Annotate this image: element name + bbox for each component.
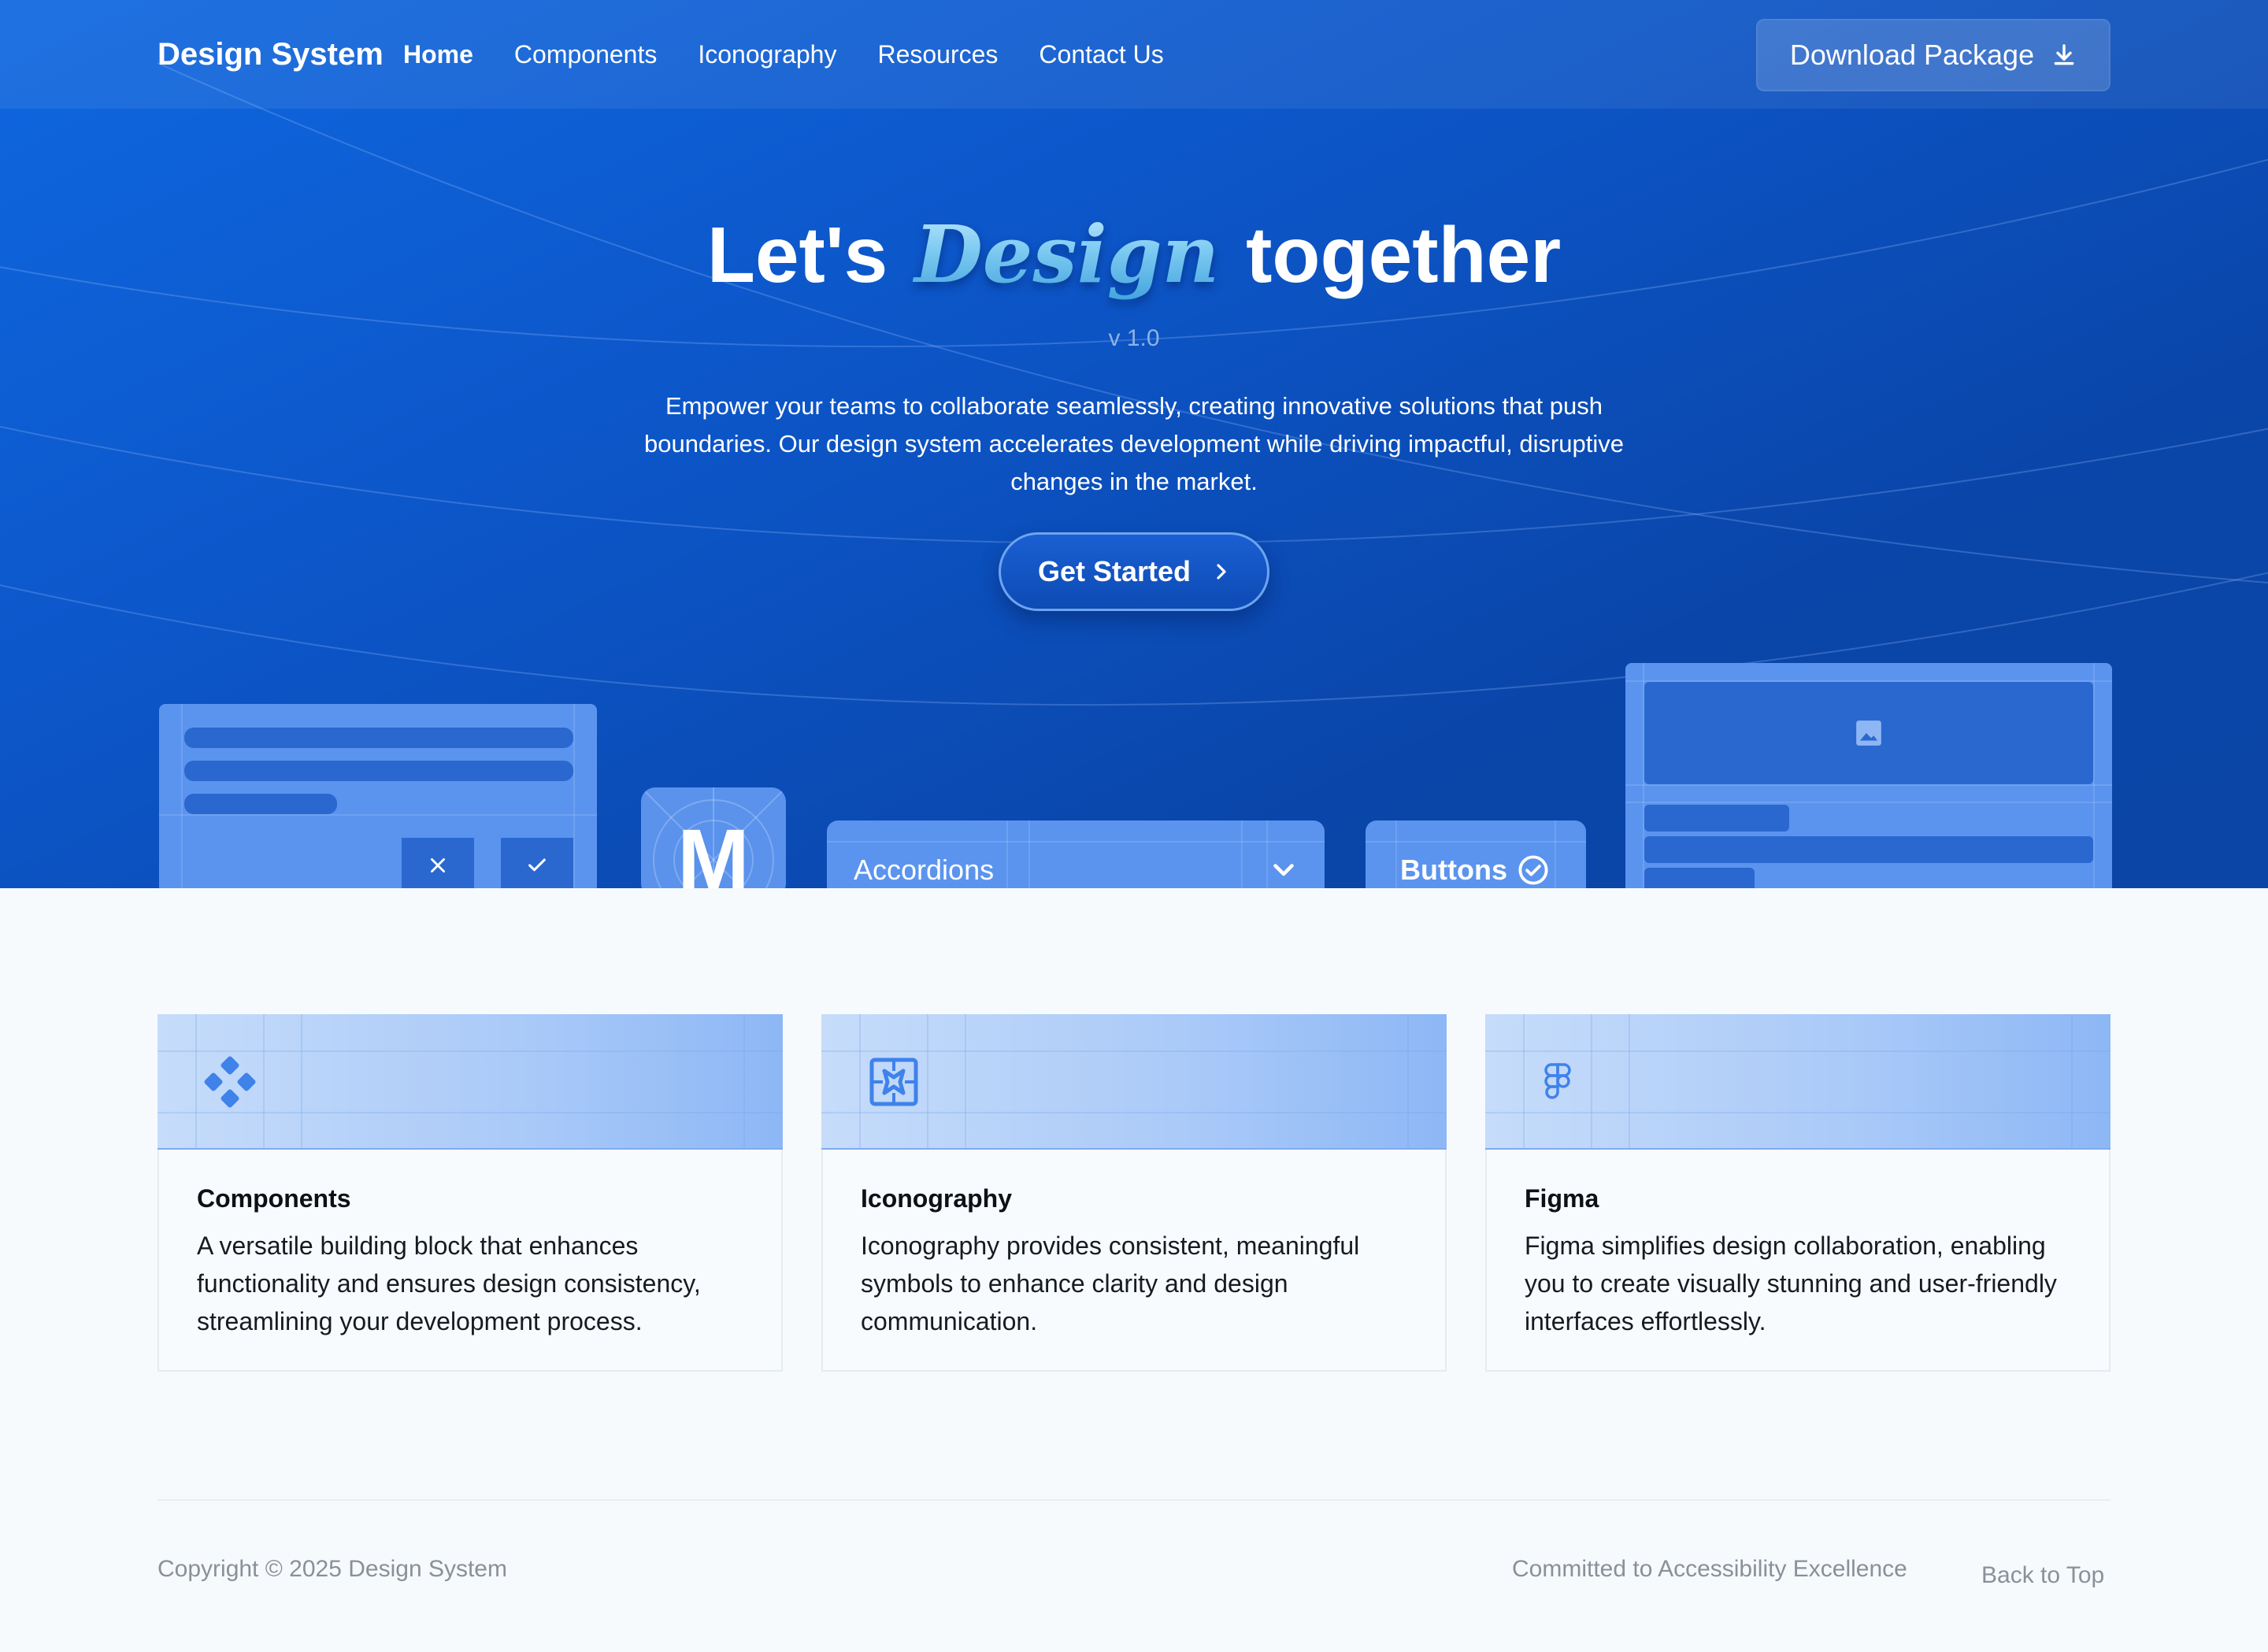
hero-section: Design System Home Components Iconograph… [0,0,2268,888]
mock-accordion: Accordions [827,820,1325,888]
copyright-text: Copyright © 2025 Design System [158,1556,507,1582]
nav-resources[interactable]: Resources [877,36,998,72]
version-label: v 1.0 [1108,325,1160,351]
top-navbar: Design System Home Components Iconograph… [0,0,2268,109]
image-icon [1856,720,1881,746]
nav-home[interactable]: Home [403,36,473,72]
card-description: Figma simplifies design collaboration, e… [1525,1232,2057,1335]
chevron-down-icon [1273,864,1294,876]
feature-cards: Components A versatile building block th… [158,1014,2110,1372]
brand-logo[interactable]: Design System [158,35,384,74]
card-header [1485,1014,2110,1150]
mock-image-card [1625,663,2112,888]
mock-image-placeholder [1644,682,2093,784]
nav-components[interactable]: Components [514,36,657,72]
components-icon [204,1056,256,1108]
hero-lead-text: Empower your teams to collaborate seamle… [643,392,1625,495]
back-to-top-link[interactable]: Back to Top [1981,1559,2104,1592]
card-components[interactable]: Components A versatile building block th… [158,1014,783,1372]
card-figma[interactable]: Figma Figma simplifies design collaborat… [1485,1014,2110,1372]
nav-iconography[interactable]: Iconography [698,36,836,72]
download-package-label: Download Package [1789,39,2035,71]
hero-headline: Let's Design together [0,203,2268,306]
material-letter: M [677,812,750,889]
close-icon [431,858,445,872]
check-circle-icon [1518,855,1548,885]
mock-buttons: Buttons [1366,820,1586,888]
mock-material-tile: M [641,787,786,888]
card-title: Figma [1525,1184,1599,1213]
mock-form-card [159,704,597,888]
figma-icon [1544,1063,1571,1099]
accessibility-statement[interactable]: Committed to Accessibility Excellence [1512,1553,1907,1586]
download-icon [2054,44,2074,65]
card-header [821,1014,1447,1150]
card-iconography[interactable]: Iconography Iconography provides consist… [821,1014,1447,1372]
check-icon [528,858,546,872]
main-nav: Home Components Iconography Resources Co… [403,36,1205,72]
headline-pre: Let's [706,211,888,299]
nav-contact-us[interactable]: Contact Us [1039,36,1163,72]
card-description: Iconography provides consistent, meaning… [861,1232,1360,1335]
mock-cancel-button [402,838,474,888]
download-package-button[interactable]: Download Package [1756,19,2110,91]
get-started-label: Get Started [1037,555,1191,587]
footer-divider [158,1499,2110,1501]
mock-buttons-label: Buttons [1400,854,1507,886]
mock-confirm-button [501,838,573,888]
headline-post: together [1246,211,1562,299]
headline-emphasis: Design [910,203,1224,306]
card-title: Components [197,1184,351,1213]
card-description: A versatile building block that enhances… [197,1232,701,1335]
card-header [158,1014,783,1150]
card-title: Iconography [861,1184,1013,1213]
mock-accordion-label: Accordions [854,854,995,886]
chevron-right-icon [1217,564,1226,580]
get-started-button[interactable]: Get Started [999,532,1269,611]
iconography-icon [869,1058,918,1106]
